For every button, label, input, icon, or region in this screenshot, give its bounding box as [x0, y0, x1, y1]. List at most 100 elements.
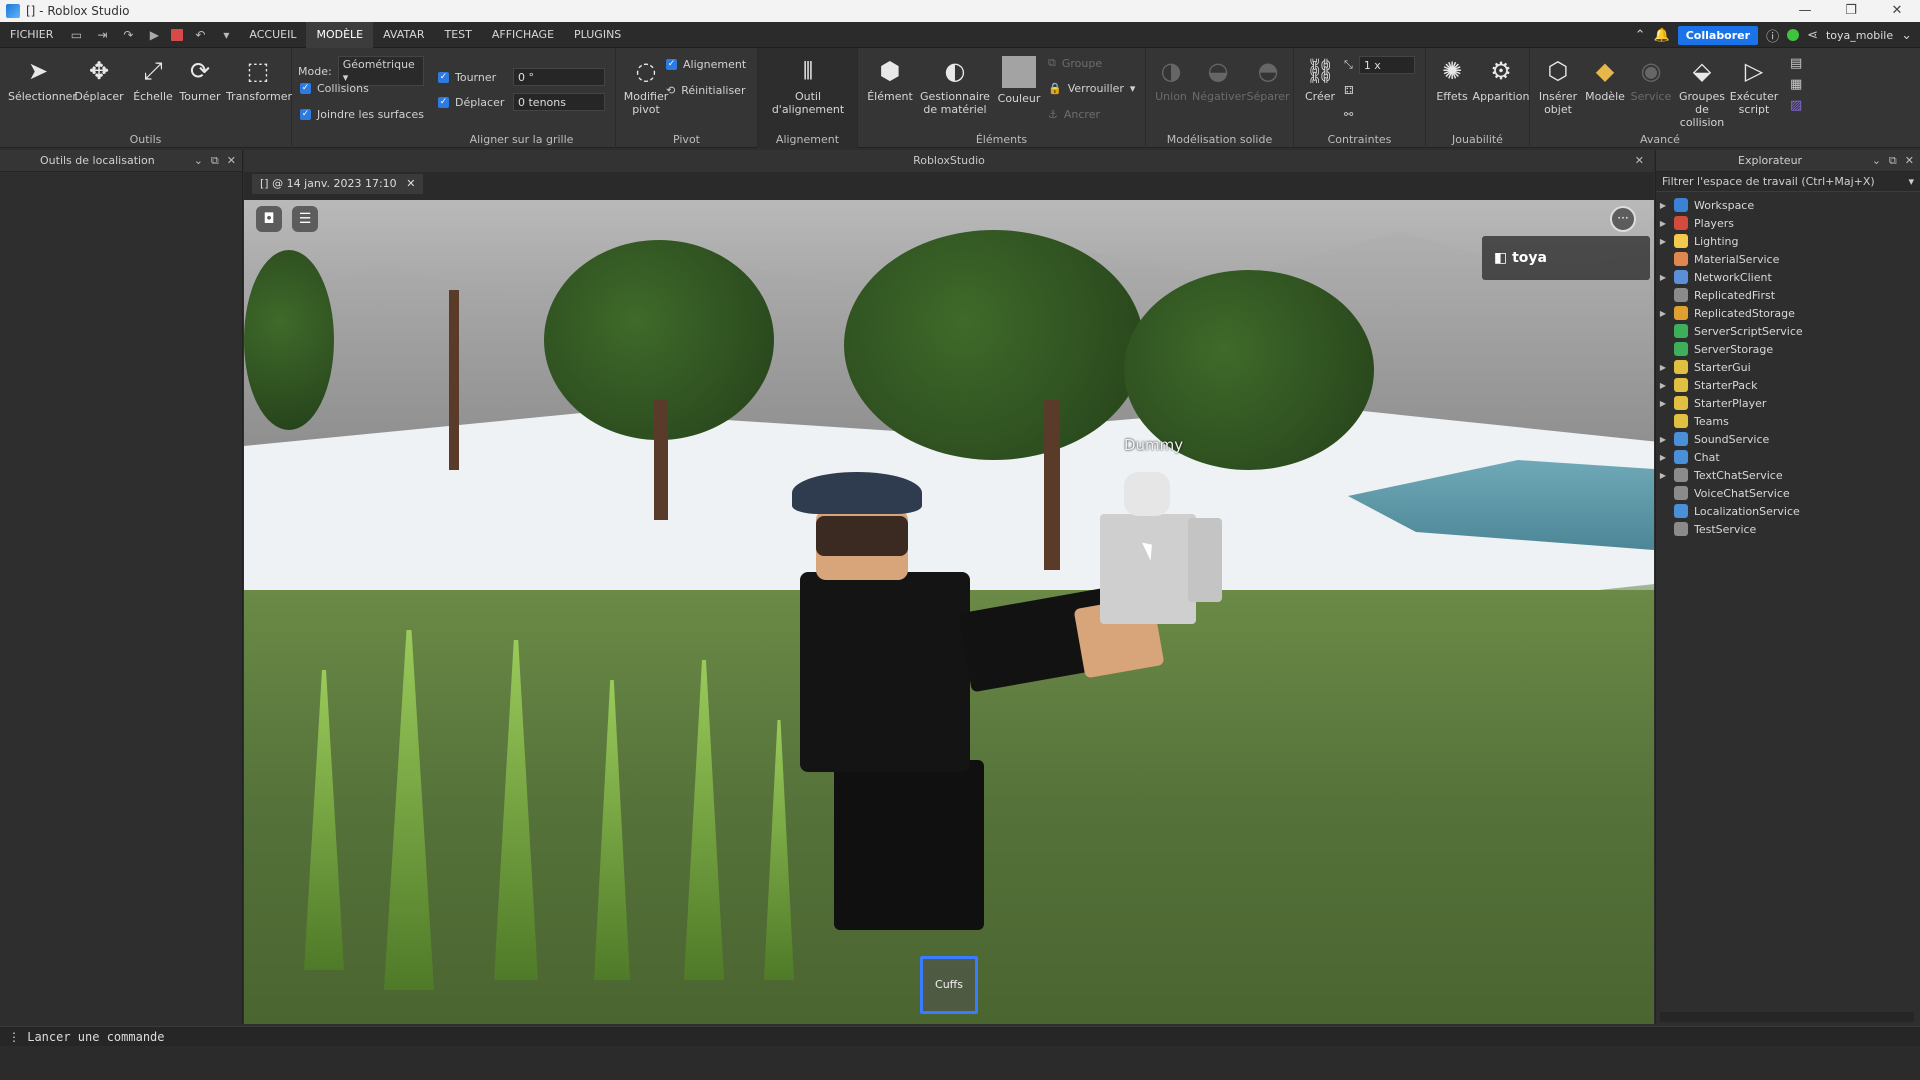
pivot-alignment-checkbox[interactable]: ✓ Alignement [666, 58, 746, 71]
explorer-item-textchatservice[interactable]: ▶ TextChatService [1656, 466, 1920, 484]
service-button[interactable]: ◉ Service [1628, 56, 1674, 103]
command-bar[interactable]: ⋮ Lancer une commande [0, 1026, 1920, 1046]
constraint-details-icon[interactable]: ⚃ [1344, 84, 1354, 97]
expand-arrow-icon[interactable]: ▶ [1656, 471, 1670, 480]
part-button[interactable]: ⬢ Élément [862, 56, 918, 103]
import-icon[interactable]: ⇥ [93, 28, 111, 42]
reset-pivot-button[interactable]: ⟲ Réinitialiser [666, 84, 745, 97]
effects-button[interactable]: ✺ Effets [1430, 56, 1474, 103]
close-window-button[interactable]: ✕ [1874, 0, 1920, 22]
module-script-icon[interactable]: ▨ [1790, 98, 1802, 113]
filter-dropdown-icon[interactable]: ▾ [1908, 172, 1914, 192]
edit-pivot-button[interactable]: ◌ Modifier pivot [620, 56, 672, 116]
customize-quick-access-icon[interactable]: ▾ [217, 28, 235, 42]
explorer-horizontal-scrollbar[interactable] [1660, 1012, 1914, 1022]
group-button[interactable]: ⧉ Groupe [1048, 56, 1102, 70]
explorer-item-replicatedstorage[interactable]: ▶ ReplicatedStorage [1656, 304, 1920, 322]
redo-icon[interactable]: ↷ [119, 28, 137, 42]
panel-dropdown-icon[interactable]: ⌄ [1872, 150, 1881, 172]
explorer-item-lighting[interactable]: ▶ Lighting [1656, 232, 1920, 250]
hotbar-slot-cuffs[interactable]: Cuffs [920, 956, 978, 1014]
expand-arrow-icon[interactable]: ▶ [1656, 435, 1670, 444]
align-tool-button[interactable]: ⫴ Outil d'alignement [768, 56, 848, 116]
panel-close-icon[interactable]: ✕ [227, 150, 236, 172]
negate-button[interactable]: ◒ Négativer [1192, 56, 1246, 103]
expand-arrow-icon[interactable]: ▶ [1656, 237, 1670, 246]
panel-close-icon[interactable]: ✕ [1905, 150, 1914, 172]
joints-icon[interactable]: ⚯ [1344, 108, 1353, 121]
tab-accueil[interactable]: ACCUEIL [239, 22, 306, 48]
play-icon[interactable]: ▶ [145, 28, 163, 42]
anchor-button[interactable]: ⚓ Ancrer [1048, 108, 1100, 121]
new-file-icon[interactable]: ▭ [67, 28, 85, 42]
tab-affichage[interactable]: AFFICHAGE [482, 22, 564, 48]
explorer-item-starterplayer[interactable]: ▶ StarterPlayer [1656, 394, 1920, 412]
lock-button[interactable]: 🔒 Verrouiller ▾ [1048, 82, 1135, 95]
expand-arrow-icon[interactable]: ▶ [1656, 273, 1670, 282]
dummy-head[interactable] [1124, 472, 1170, 516]
tab-close-icon[interactable]: ✕ [406, 177, 415, 190]
explorer-item-chat[interactable]: ▶ Chat [1656, 448, 1920, 466]
maximize-button[interactable]: ❐ [1828, 0, 1874, 22]
expand-arrow-icon[interactable]: ▶ [1656, 381, 1670, 390]
rotate-tool-button[interactable]: ⟳ Tourner [174, 56, 226, 103]
collapse-ribbon-icon[interactable]: ⌃ [1635, 28, 1646, 43]
explorer-item-testservice[interactable]: TestService [1656, 520, 1920, 538]
explorer-item-workspace[interactable]: ▶ Workspace [1656, 196, 1920, 214]
expand-arrow-icon[interactable]: ▶ [1656, 219, 1670, 228]
expand-arrow-icon[interactable]: ▶ [1656, 363, 1670, 372]
tab-test[interactable]: TEST [434, 22, 481, 48]
explorer-item-networkclient[interactable]: ▶ NetworkClient [1656, 268, 1920, 286]
user-menu-chevron-icon[interactable]: ⌄ [1901, 28, 1912, 43]
collision-groups-button[interactable]: ⬙ Groupes de collision [1672, 56, 1732, 129]
explorer-item-startergui[interactable]: ▶ StarterGui [1656, 358, 1920, 376]
run-script-button[interactable]: ▷ Exécuter script [1728, 56, 1780, 116]
transform-tool-button[interactable]: ⬚ Transformer [226, 56, 292, 103]
checkbox-checked-icon[interactable]: ✓ [438, 96, 449, 108]
tab-avatar[interactable]: AVATAR [373, 22, 434, 48]
collisions-checkbox[interactable]: ✓ Collisions [300, 82, 369, 95]
union-button[interactable]: ◑ Union [1150, 56, 1192, 103]
expand-arrow-icon[interactable]: ▶ [1656, 309, 1670, 318]
tab-plugins[interactable]: PLUGINS [564, 22, 631, 48]
model-button[interactable]: ◆ Modèle [1582, 56, 1628, 103]
constraint-scale-input[interactable]: 1 x [1358, 56, 1415, 74]
stop-icon[interactable] [171, 28, 184, 41]
share-icon[interactable]: ⋖ [1807, 28, 1818, 43]
script-icon[interactable]: ▤ [1790, 56, 1802, 71]
explorer-item-voicechatservice[interactable]: VoiceChatService [1656, 484, 1920, 502]
lock-dropdown-icon[interactable]: ▾ [1130, 82, 1136, 95]
more-options-icon[interactable]: ··· [1610, 206, 1636, 232]
create-constraint-button[interactable]: ⛓ Créer [1300, 56, 1340, 103]
undo-icon[interactable]: ↶ [191, 28, 209, 42]
minimize-button[interactable]: — [1782, 0, 1828, 22]
dummy-body[interactable] [1100, 514, 1196, 624]
collaborate-button[interactable]: Collaborer [1677, 25, 1759, 45]
roblox-menu-icon[interactable]: ◘ [256, 206, 282, 232]
explorer-item-replicatedfirst[interactable]: ReplicatedFirst [1656, 286, 1920, 304]
document-tab[interactable]: [] @ 14 janv. 2023 17:10 ✕ [252, 174, 424, 194]
spawn-button[interactable]: ⚙ Apparition [1472, 56, 1530, 103]
expand-arrow-icon[interactable]: ▶ [1656, 399, 1670, 408]
chat-icon[interactable]: ☰ [292, 206, 318, 232]
panel-float-icon[interactable]: ⧉ [211, 150, 219, 172]
checkbox-checked-icon[interactable]: ✓ [438, 71, 449, 83]
help-icon[interactable]: ⓘ [1766, 26, 1779, 45]
insert-object-button[interactable]: ⬡ Insérer objet [1534, 56, 1582, 116]
explorer-item-starterpack[interactable]: ▶ StarterPack [1656, 376, 1920, 394]
explorer-item-localizationservice[interactable]: LocalizationService [1656, 502, 1920, 520]
explorer-item-soundservice[interactable]: ▶ SoundService [1656, 430, 1920, 448]
expand-arrow-icon[interactable]: ▶ [1656, 453, 1670, 462]
tab-modele[interactable]: MODÈLE [306, 21, 374, 48]
panel-dropdown-icon[interactable]: ⌄ [194, 150, 203, 172]
rotate-snap-input[interactable]: 0 ° [513, 68, 605, 86]
center-close-icon[interactable]: ✕ [1635, 150, 1644, 172]
explorer-item-players[interactable]: ▶ Players [1656, 214, 1920, 232]
user-name[interactable]: toya_mobile [1826, 29, 1893, 42]
separate-button[interactable]: ◓ Séparer [1244, 56, 1292, 103]
scale-tool-button[interactable]: ⤢ Échelle [128, 56, 178, 103]
player-card[interactable]: ◧ toya [1482, 236, 1650, 280]
expand-arrow-icon[interactable]: ▶ [1656, 201, 1670, 210]
explorer-item-serverscriptservice[interactable]: ServerScriptService [1656, 322, 1920, 340]
menu-file[interactable]: FICHIER [0, 22, 63, 48]
